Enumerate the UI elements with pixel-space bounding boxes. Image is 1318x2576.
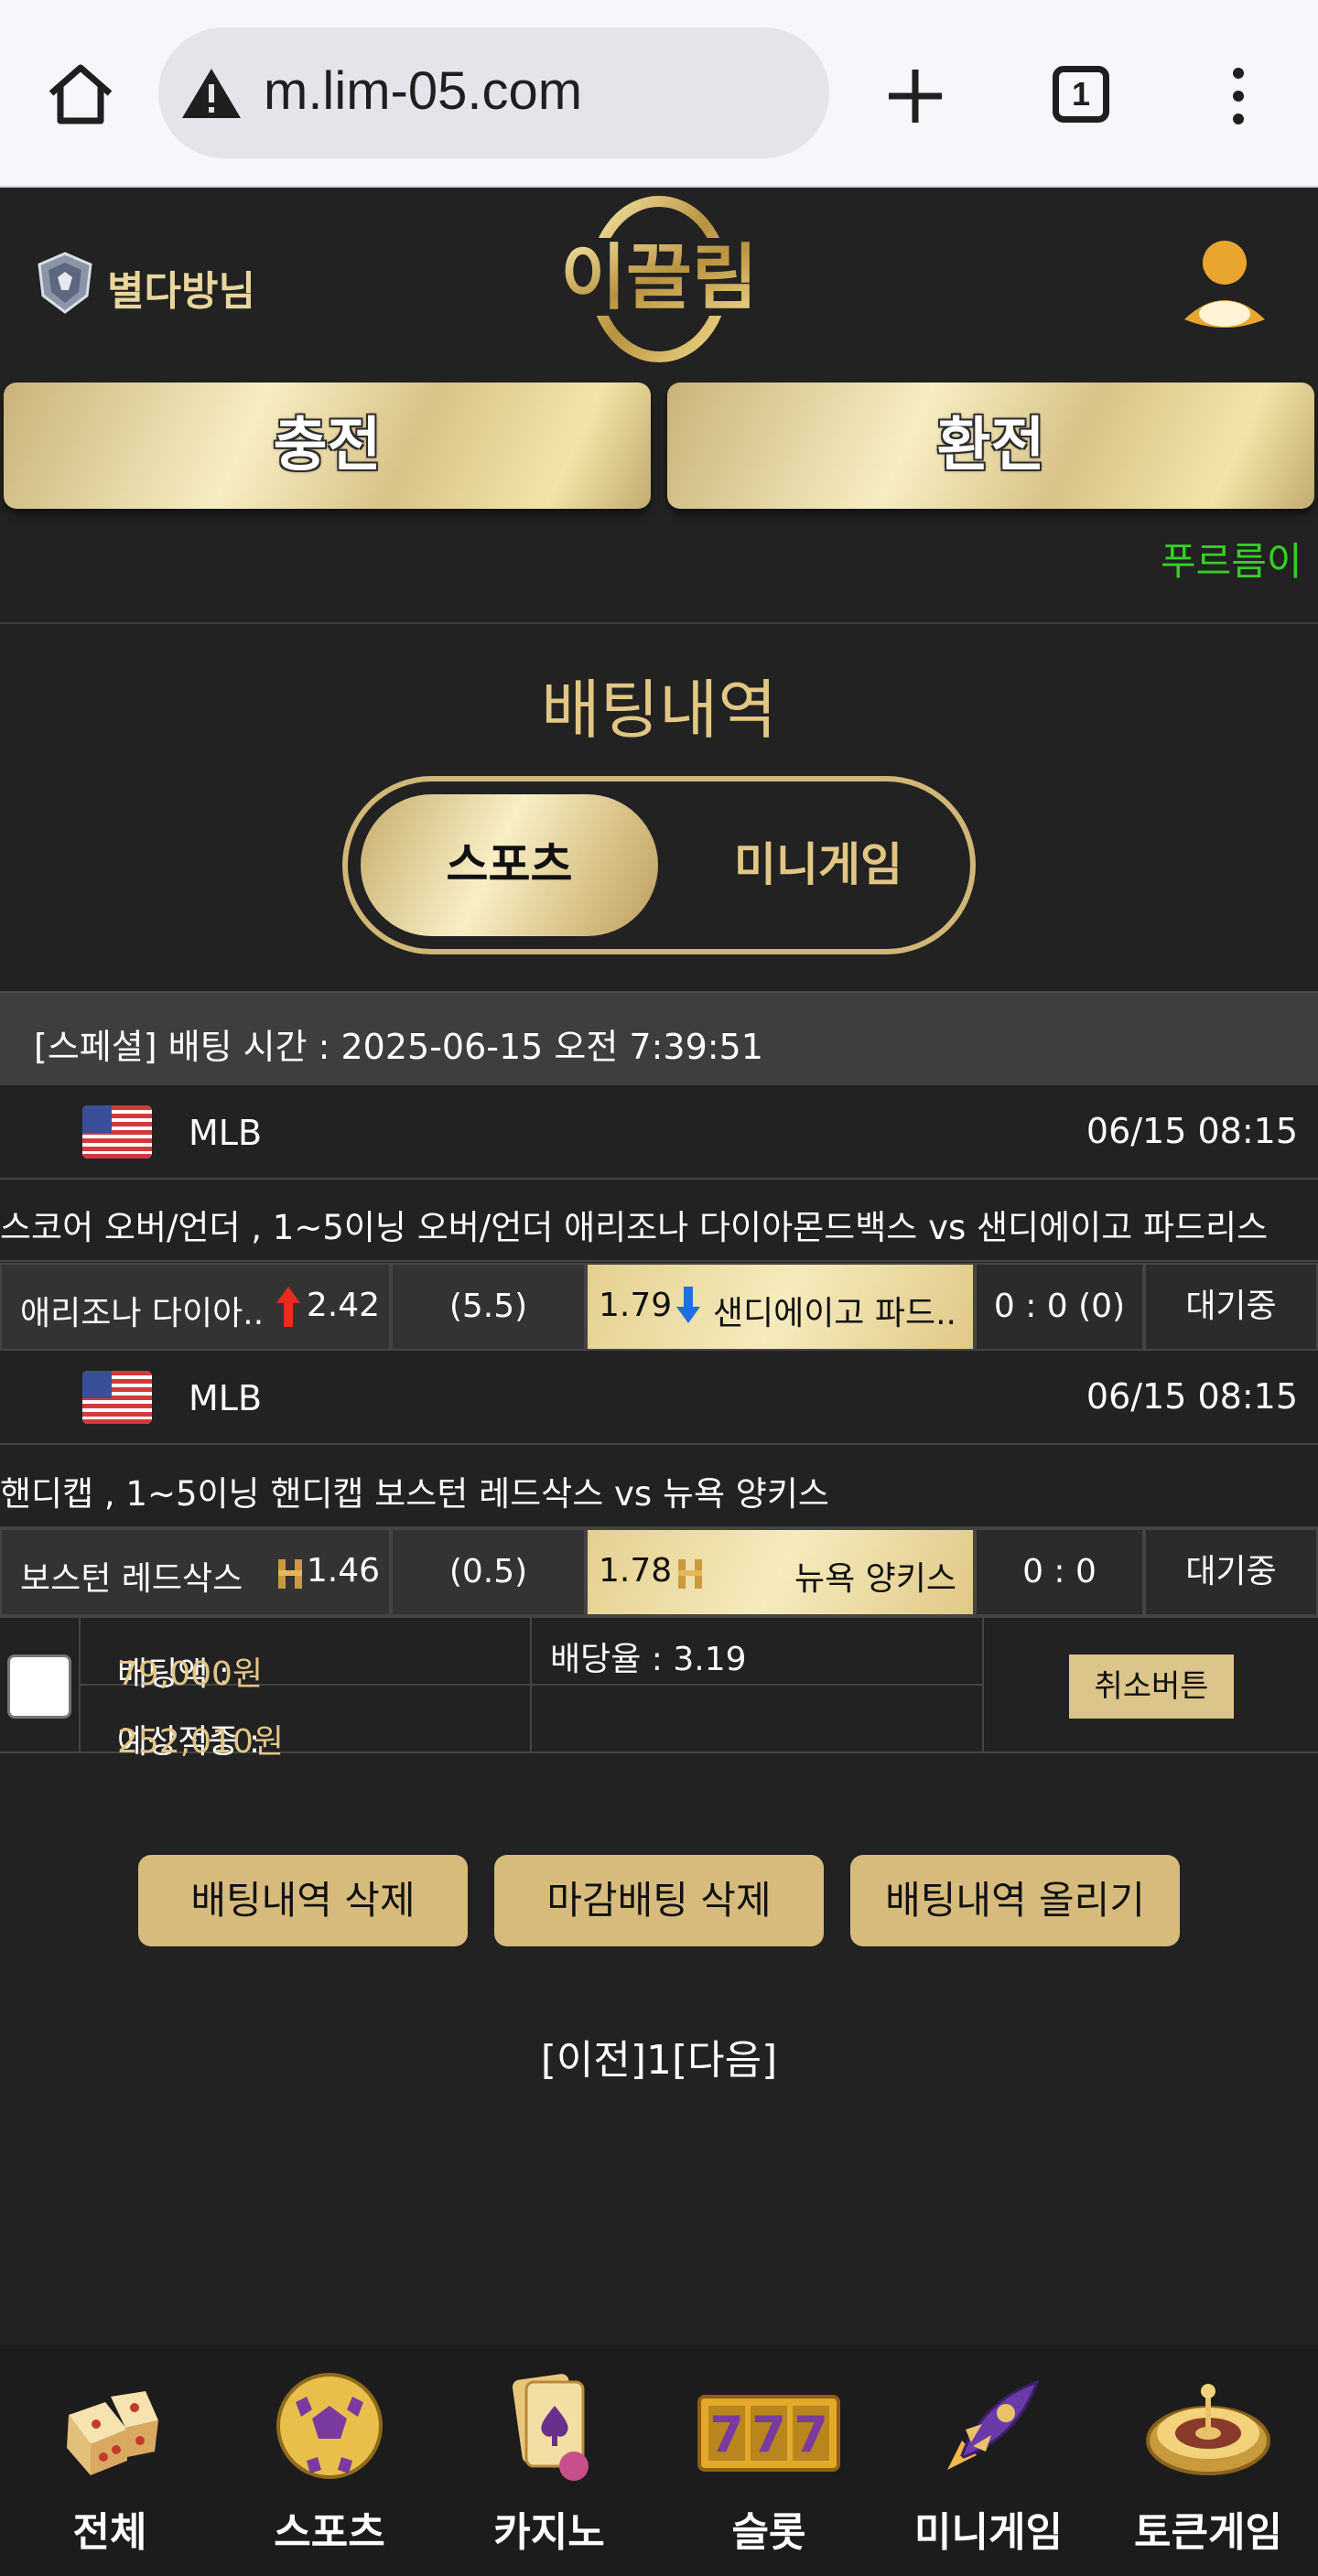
profile-icon[interactable]: [1179, 235, 1270, 334]
odds-up-arrow-icon: [276, 1287, 300, 1327]
site-header: 별다방님 이끌림: [0, 188, 1318, 380]
empty-cell: [532, 1686, 984, 1753]
slot-777-icon: 7 7 7: [697, 2395, 840, 2472]
home-odd: 2.42: [306, 1287, 380, 1324]
svg-text:7: 7: [751, 2406, 786, 2463]
svg-text:7: 7: [709, 2406, 744, 2463]
select-cell: [0, 1618, 81, 1753]
nav-all[interactable]: 전체: [0, 2345, 220, 2576]
url-text: m.lim-05.com: [264, 61, 583, 121]
expected-win: 예상적중 : 252,010원: [81, 1686, 532, 1761]
league-row: MLB 06/15 08:15: [0, 1085, 1318, 1180]
odds-rate: 배당율 : 3.19: [532, 1618, 984, 1686]
nav-label: 스포츠: [274, 2509, 385, 2556]
home-team: 보스턴 레드삭스: [20, 1560, 243, 1598]
away-odd: 1.79: [599, 1287, 673, 1324]
more-menu-icon[interactable]: [1222, 64, 1255, 128]
market-description: 스코어 오버/언더 , 1~5이닝 오버/언더 애리조나 다이아몬드백스 vs …: [0, 1208, 1269, 1247]
odds-row: 애리조나 다이아.. 2.42 (5.5) 1.79 샌디에이고 파드.. 0 …: [0, 1263, 1318, 1351]
bet-time: [스페셜] 배팅 시간 : 2025-06-15 오전 7:39:51: [34, 1027, 763, 1067]
pagination[interactable]: [이전]1[다음]: [0, 2027, 1318, 2086]
cards-icon: [512, 2374, 589, 2481]
withdraw-button[interactable]: 환전: [667, 383, 1314, 509]
nav-label: 전체: [72, 2509, 147, 2556]
home-odd: 1.46: [306, 1552, 380, 1590]
user-name: 별다방님: [107, 268, 255, 315]
home-pick: 보스턴 레드삭스 1.46: [0, 1528, 391, 1616]
home-team: 애리조나 다이아..: [20, 1295, 265, 1332]
nav-casino[interactable]: 카지노: [439, 2345, 659, 2576]
delete-closed-button[interactable]: 마감배팅 삭제: [494, 1855, 824, 1946]
bet-header: [스페셜] 배팅 시간 : 2025-06-15 오전 7:39:51: [0, 991, 1318, 1085]
us-flag-icon: [82, 1371, 152, 1424]
dice-icon: [67, 2391, 158, 2475]
home-icon[interactable]: [44, 62, 117, 126]
select-checkbox[interactable]: [7, 1654, 71, 1719]
status: 대기중: [1144, 1263, 1318, 1351]
category-toggle: 스포츠 미니게임: [342, 776, 976, 954]
cancel-bet-button[interactable]: 취소버튼: [1069, 1654, 1234, 1719]
expected-win-value: 252,010원: [117, 1723, 284, 1761]
handicap-icon: [278, 1559, 302, 1589]
site-logo[interactable]: 이끌림: [540, 192, 778, 366]
nav-label: 미니게임: [914, 2509, 1063, 2556]
line-value: (5.5): [391, 1263, 586, 1351]
market-description: 핸디캡 , 1~5이닝 핸디캡 보스턴 레드삭스 vs 뉴욕 양키스: [0, 1474, 829, 1514]
new-tab-icon[interactable]: [883, 64, 947, 128]
score: 0 : 0 (0): [975, 1263, 1144, 1351]
browser-toolbar: m.lim-05.com 1: [0, 0, 1318, 188]
league-row: MLB 06/15 08:15: [0, 1351, 1318, 1445]
market-row: 핸디캡 , 1~5이닝 핸디캡 보스턴 레드삭스 vs 뉴욕 양키스: [0, 1446, 1318, 1528]
tab-sports[interactable]: 스포츠: [361, 794, 658, 936]
status: 대기중: [1144, 1528, 1318, 1616]
deposit-button[interactable]: 충전: [4, 383, 651, 509]
svg-text:7: 7: [794, 2406, 828, 2463]
svg-text:이끌림: 이끌림: [560, 237, 757, 319]
user-level-badge-icon: [38, 252, 92, 314]
line-value: (0.5): [391, 1528, 586, 1616]
away-pick-selected: 1.78 뉴욕 양키스: [586, 1528, 975, 1616]
handicap-icon: [678, 1559, 702, 1589]
nav-label: 슬롯: [731, 2509, 806, 2556]
bet-summary: 배팅액 : 79,000원 배당율 : 3.19 예상적중 : 252,010원…: [0, 1616, 1318, 1761]
rocket-icon: [947, 2379, 1040, 2470]
away-pick-selected: 1.79 샌디에이고 파드..: [586, 1263, 975, 1351]
tab-minigame[interactable]: 미니게임: [672, 794, 965, 936]
match-time: 06/15 08:15: [1086, 1376, 1298, 1417]
us-flag-icon: [82, 1105, 152, 1159]
odds-down-arrow-icon: [676, 1287, 700, 1323]
tab-switcher-button[interactable]: 1: [1053, 66, 1109, 123]
roulette-icon: [1146, 2384, 1270, 2475]
nav-label: 카지노: [493, 2509, 605, 2556]
score: 0 : 0: [975, 1528, 1144, 1616]
away-odd: 1.78: [599, 1552, 673, 1590]
bet-amount: 배팅액 : 79,000원: [81, 1618, 532, 1693]
nav-minigame[interactable]: 미니게임: [879, 2345, 1098, 2576]
nav-token-game[interactable]: 토큰게임: [1098, 2345, 1318, 2576]
warning-icon[interactable]: [179, 66, 243, 121]
odds-row: 보스턴 레드삭스 1.46 (0.5) 1.78 뉴욕 양키스 0 : 0 대기…: [0, 1528, 1318, 1616]
nav-label: 토큰게임: [1134, 2509, 1282, 2556]
divider: [0, 622, 1318, 624]
home-pick: 애리조나 다이아.. 2.42: [0, 1263, 391, 1351]
upload-history-button[interactable]: 배팅내역 올리기: [850, 1855, 1180, 1946]
league-name: MLB: [189, 1378, 263, 1418]
league-name: MLB: [189, 1113, 263, 1153]
away-team: 뉴욕 양키스: [794, 1560, 956, 1598]
away-team: 샌디에이고 파드..: [712, 1295, 956, 1332]
nav-sports[interactable]: 스포츠: [220, 2345, 439, 2576]
bottom-nav: 전체 스포츠 카지노 7 7 7 슬롯 미니게임 토큰게임: [0, 2345, 1318, 2576]
notice-marquee: 푸르름이: [1161, 539, 1302, 584]
nav-slot[interactable]: 7 7 7 슬롯: [659, 2345, 879, 2576]
page-title: 배팅내역: [541, 673, 777, 748]
market-row: 스코어 오버/언더 , 1~5이닝 오버/언더 애리조나 다이아몬드백스 vs …: [0, 1180, 1318, 1262]
match-time: 06/15 08:15: [1086, 1111, 1298, 1151]
delete-history-button[interactable]: 배팅내역 삭제: [138, 1855, 468, 1946]
soccer-ball-icon: [276, 2373, 383, 2479]
address-bar[interactable]: m.lim-05.com: [158, 27, 829, 158]
